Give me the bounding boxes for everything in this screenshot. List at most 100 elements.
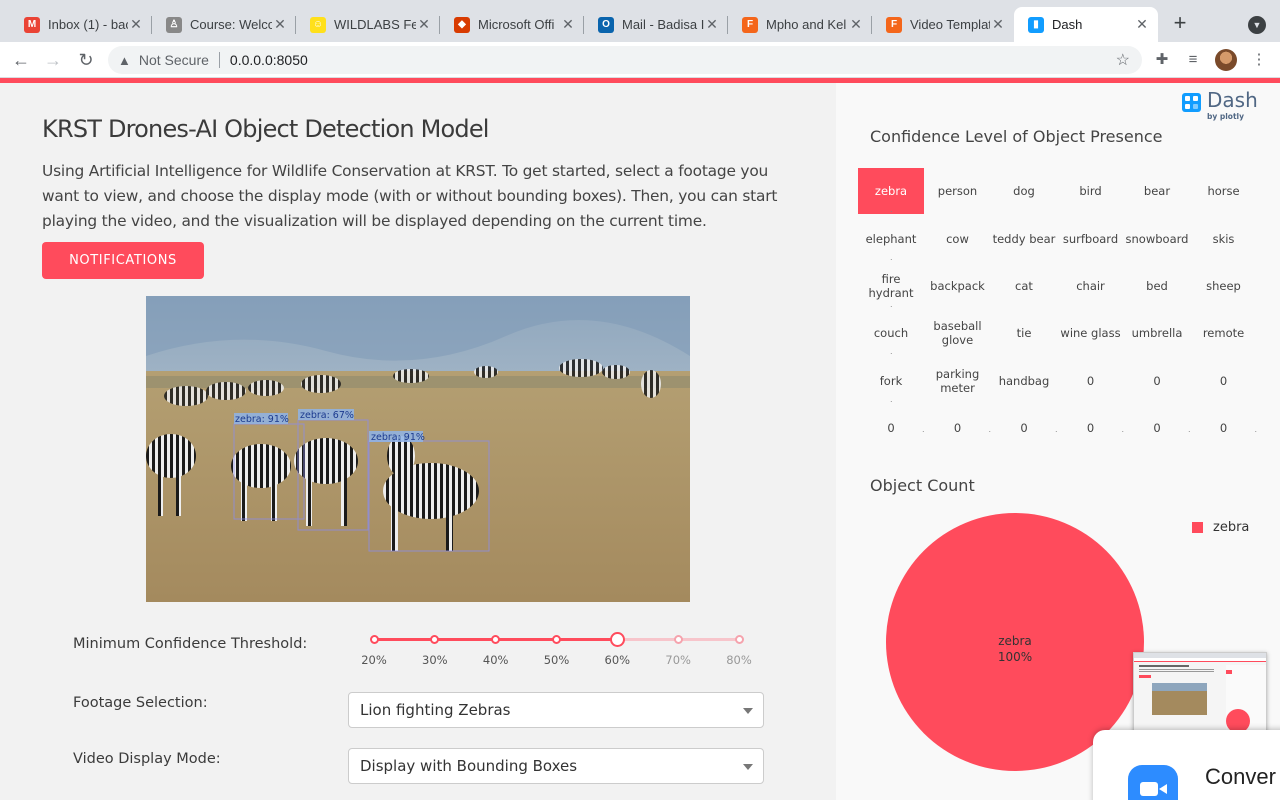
browser-tab-title: Course: Welco: [190, 17, 272, 32]
close-tab-icon[interactable]: ✕: [1134, 16, 1150, 33]
tab-search-icon[interactable]: ▼: [1248, 16, 1266, 34]
object-name: 0: [1020, 421, 1028, 435]
page-description: Using Artificial Intelligence for Wildli…: [42, 162, 778, 230]
slider-mark-label[interactable]: 80%: [719, 653, 759, 667]
forward-arrow-icon[interactable]: →: [42, 49, 64, 71]
slider-handle[interactable]: [609, 632, 625, 647]
object-confidence-cell: 0.: [1124, 405, 1190, 451]
object-confidence-cell: skis: [1191, 216, 1257, 262]
detection-label: zebra: 67%: [300, 410, 354, 421]
slider-mark-label[interactable]: 20%: [354, 653, 394, 667]
object-confidence-cell: chair: [1058, 263, 1124, 309]
threshold-label: Minimum Confidence Threshold:: [73, 636, 308, 652]
browser-tab[interactable]: ▮ Dash ✕: [1014, 7, 1158, 42]
close-tab-icon[interactable]: ✕: [272, 16, 288, 33]
browser-toolbar: ← → ↻ ▲ Not Secure 0.0.0.0:8050 ☆ ✚ ≡ ⋮: [0, 42, 1280, 78]
browser-tab[interactable]: ☺ WILDLABS Fe ✕: [296, 7, 440, 42]
object-count-title: Object Count: [870, 476, 975, 495]
slider-mark-label[interactable]: 30%: [415, 653, 455, 667]
display-mode-label: Video Display Mode:: [73, 751, 221, 767]
new-tab-button[interactable]: +: [1168, 12, 1192, 36]
object-name: skis: [1212, 232, 1235, 246]
slider-mark-dot[interactable]: [552, 635, 561, 644]
bookmark-star-icon[interactable]: ☆: [1116, 50, 1130, 70]
main-panel: KRST Drones-AI Object Detection Model Us…: [0, 83, 836, 800]
zoom-notification-text: Conver: [1205, 764, 1276, 789]
object-name: fork: [879, 374, 903, 388]
slider-mark-dot[interactable]: [734, 635, 744, 644]
slider-mark-label[interactable]: 60%: [597, 653, 637, 667]
object-name: sheep: [1206, 279, 1241, 293]
warning-triangle-icon[interactable]: ▲: [118, 53, 131, 68]
object-name: chair: [1076, 279, 1105, 293]
object-name: bed: [1146, 279, 1168, 293]
address-bar[interactable]: ▲ Not Secure 0.0.0.0:8050 ☆: [108, 46, 1142, 74]
confidence-threshold-slider[interactable]: 20% 30% 40% 50% 60% 70% 80%: [361, 632, 752, 675]
slider-mark-dot[interactable]: [430, 635, 440, 644]
object-name: dog: [1013, 184, 1035, 198]
extensions-puzzle-icon[interactable]: ✚: [1153, 51, 1171, 69]
dash-logo[interactable]: Dash by plotly: [1180, 88, 1275, 123]
object-name: 0: [1086, 374, 1095, 388]
object-confidence-cell: fork.: [858, 358, 924, 404]
object-confidence-cell: cow: [925, 216, 991, 262]
pie-legend-item[interactable]: zebra: [1192, 520, 1249, 535]
object-name: 0: [1153, 374, 1161, 388]
slider-mark-dot[interactable]: [491, 635, 501, 644]
formstack-icon: F: [886, 16, 902, 33]
screen-share-thumbnail[interactable]: [1133, 652, 1267, 736]
page-title: KRST Drones-AI Object Detection Model: [42, 115, 489, 143]
object-name: handbag: [998, 374, 1050, 388]
browser-tab-title: Mail - Badisa I: [622, 17, 704, 32]
zoom-notification[interactable]: Conver: [1093, 730, 1280, 800]
object-name: elephant: [865, 232, 917, 246]
object-name: baseball glove: [933, 319, 982, 347]
browser-tab[interactable]: M Inbox (1) - bac ✕: [10, 7, 152, 42]
object-confidence-cell: 0.: [925, 405, 991, 451]
chevron-down-icon[interactable]: [743, 708, 753, 714]
display-mode-dropdown[interactable]: Display with Bounding Boxes: [348, 748, 764, 784]
chevron-down-icon[interactable]: [743, 764, 753, 770]
media-queue-icon[interactable]: ≡: [1184, 51, 1202, 69]
slider-mark-label[interactable]: 40%: [476, 653, 516, 667]
browser-tab[interactable]: ◆ Microsoft Offi ✕: [440, 7, 584, 42]
slider-mark-dot[interactable]: [673, 635, 683, 644]
object-name: snowboard: [1125, 232, 1189, 246]
object-confidence-cell: backpack: [925, 263, 991, 309]
zoom-camera-icon: [1128, 765, 1178, 800]
browser-menu-icon[interactable]: ⋮: [1250, 51, 1268, 69]
close-tab-icon[interactable]: ✕: [128, 16, 144, 33]
heatmap-dot: .: [890, 205, 893, 214]
browser-tab[interactable]: O Mail - Badisa I ✕: [584, 7, 728, 42]
detection-label: zebra: 91%: [235, 414, 289, 425]
profile-avatar[interactable]: [1215, 49, 1237, 71]
object-confidence-cell: bird: [1058, 168, 1124, 214]
browser-tab[interactable]: ♙ Course: Welco ✕: [152, 7, 296, 42]
footage-dropdown[interactable]: Lion fighting Zebras: [348, 692, 764, 728]
close-tab-icon[interactable]: ✕: [704, 16, 720, 33]
slider-mark-label[interactable]: 50%: [537, 653, 577, 667]
close-tab-icon[interactable]: ✕: [848, 16, 864, 33]
outlook-icon: O: [598, 16, 614, 33]
close-tab-icon[interactable]: ✕: [560, 16, 576, 33]
security-label[interactable]: Not Secure: [139, 52, 209, 68]
video-player[interactable]: zebra: 91% zebra: 67% zebra: 91%: [146, 296, 690, 602]
object-name: backpack: [930, 279, 985, 293]
gmail-icon: M: [24, 16, 40, 33]
notifications-button[interactable]: NOTIFICATIONS: [42, 242, 204, 279]
legend-label: zebra: [1213, 520, 1250, 535]
legend-swatch: [1192, 522, 1203, 533]
back-arrow-icon[interactable]: ←: [10, 49, 32, 71]
reload-icon[interactable]: ↻: [75, 49, 97, 71]
slider-mark-dot[interactable]: [369, 635, 379, 644]
browser-tab[interactable]: F Mpho and Kel ✕: [728, 7, 872, 42]
close-tab-icon[interactable]: ✕: [990, 16, 1006, 33]
browser-tab[interactable]: F Video Templat ✕: [872, 7, 1014, 42]
mailchimp-icon: ☺: [310, 16, 326, 33]
slider-mark-label[interactable]: 70%: [658, 653, 698, 667]
browser-tab-title: Mpho and Kel: [766, 17, 847, 32]
close-tab-icon[interactable]: ✕: [416, 16, 432, 33]
url-text[interactable]: 0.0.0.0:8050: [230, 52, 308, 68]
object-name: surfboard: [1062, 232, 1119, 246]
object-name: wine glass: [1060, 326, 1121, 340]
